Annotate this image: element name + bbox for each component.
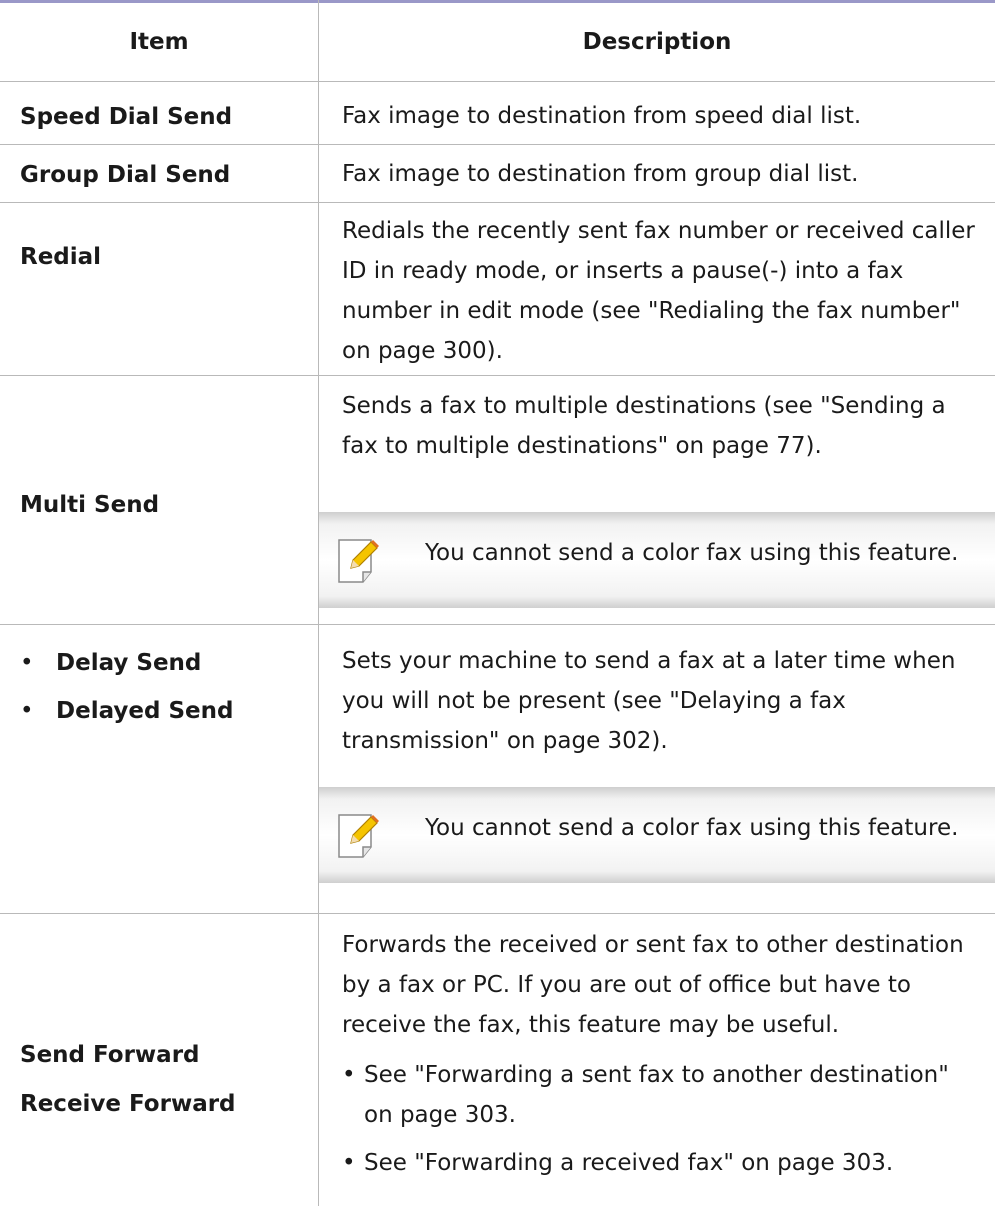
note-text: You cannot send a color fax using this f… <box>425 540 959 566</box>
row-desc-redial: Redials the recently sent fax number or … <box>342 218 975 364</box>
row-item-send-forward: Send Forward <box>20 1042 200 1068</box>
note-box: You cannot send a color fax using this f… <box>319 787 995 883</box>
row-desc-multi-send: Sends a fax to multiple destinations (se… <box>342 393 946 459</box>
row-item-delayed-send: • Delayed Send <box>20 698 234 724</box>
row-item-receive-forward: Receive Forward <box>20 1091 236 1117</box>
row-item-group-dial-send: Group Dial Send <box>20 162 231 188</box>
list-item: • See "Forwarding a sent fax to another d… <box>342 1062 949 1128</box>
row-desc-forward: Forwards the received or sent fax to oth… <box>342 925 982 1183</box>
header-description: Description <box>582 29 732 55</box>
row-desc-delay-send: Sets your machine to send a fax at a lat… <box>342 648 956 754</box>
note-text: You cannot send a color fax using this f… <box>425 815 959 841</box>
row-divider <box>0 144 995 145</box>
row-item-speed-dial-send: Speed Dial Send <box>20 104 233 130</box>
note-box: You cannot send a color fax using this f… <box>319 512 995 608</box>
row-divider <box>0 913 995 914</box>
list-item: • See "Forwarding a received fax" on page… <box>342 1150 894 1176</box>
header-item: Item <box>129 29 189 55</box>
note-pencil-icon <box>337 538 381 584</box>
row-divider <box>0 81 995 82</box>
note-pencil-icon <box>337 813 381 859</box>
row-item-delay-send: • Delay Send <box>20 650 202 676</box>
row-divider <box>0 202 995 203</box>
row-item-redial: Redial <box>20 244 102 270</box>
row-desc-forward-text: Forwards the received or sent fax to oth… <box>342 932 964 1038</box>
row-desc-speed-dial-send: Fax image to destination from speed dial… <box>342 103 862 129</box>
row-divider <box>0 375 995 376</box>
row-item-multi-send: Multi Send <box>20 492 160 518</box>
row-divider <box>0 624 995 625</box>
row-desc-group-dial-send: Fax image to destination from group dial… <box>342 161 859 187</box>
